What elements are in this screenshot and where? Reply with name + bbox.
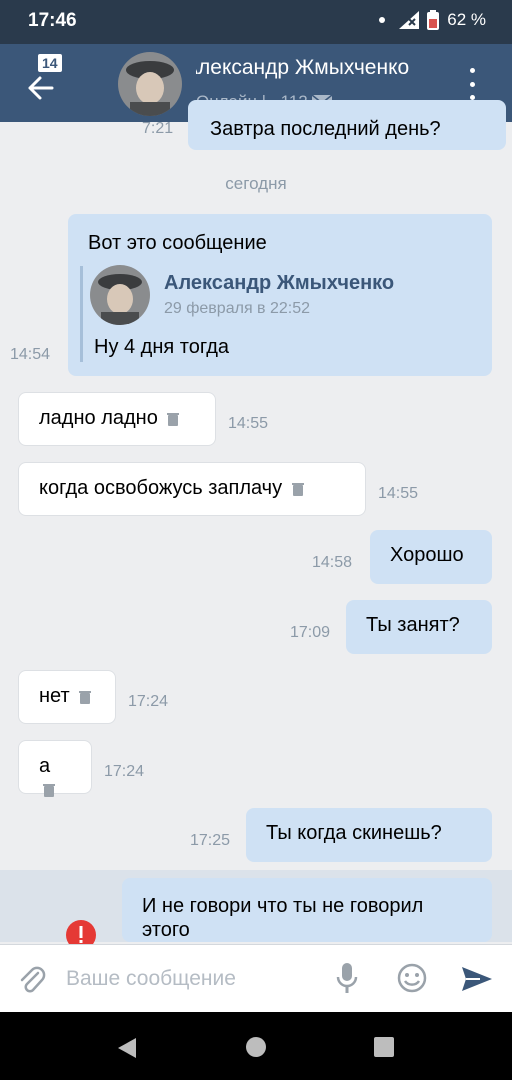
- microphone-icon[interactable]: [336, 963, 358, 995]
- message-input[interactable]: Ваше сообщение: [66, 967, 236, 991]
- nav-recents-icon[interactable]: [374, 1037, 394, 1057]
- status-icons: 62 %: [379, 10, 486, 30]
- message-text: Ты когда скинешь?: [266, 822, 442, 844]
- battery-percent: 62 %: [447, 10, 486, 29]
- menu-dot-icon: [469, 81, 475, 87]
- message-time: 17:24: [128, 693, 169, 710]
- nav-back-icon[interactable]: [116, 1036, 138, 1060]
- menu-dot-icon: [469, 68, 475, 73]
- message-outgoing[interactable]: Хорошо: [370, 530, 492, 584]
- status-bar: 17:46 62 %: [0, 0, 512, 44]
- date-separator: сегодня: [225, 174, 287, 193]
- message-text: нет: [39, 685, 70, 707]
- message-text: Вот это сообщение: [88, 232, 267, 254]
- message-outgoing[interactable]: Ты когда скинешь?: [246, 808, 492, 862]
- message-text: И не говори что ты не говорил этого: [142, 895, 424, 941]
- quote-bar: [80, 266, 83, 362]
- message-text: Хорошо: [390, 544, 464, 566]
- quoted-text: Ну 4 дня тогда: [94, 336, 230, 358]
- message-text: Завтра последний день?: [210, 118, 441, 140]
- message-outgoing-failed[interactable]: И не говори что ты не говорил этого: [122, 878, 492, 942]
- battery-icon: [427, 10, 440, 30]
- send-icon[interactable]: [460, 965, 494, 993]
- system-nav-bar: [0, 1012, 512, 1080]
- message-time: 17:25: [190, 832, 231, 849]
- message-incoming[interactable]: ладно ладно: [18, 392, 216, 446]
- message-incoming[interactable]: а: [18, 740, 92, 797]
- message-time: 7:21: [142, 120, 174, 137]
- nav-home-icon[interactable]: [245, 1036, 267, 1058]
- message-text: а: [39, 755, 51, 777]
- deleted-icon: [167, 412, 180, 426]
- contact-name-wrap[interactable]: Александр Жмыхченко: [196, 56, 436, 80]
- message-incoming[interactable]: нет: [18, 670, 116, 724]
- deleted-icon: [43, 783, 55, 797]
- quoted-author-avatar: [90, 265, 150, 325]
- message-text: когда освобожусь заплачу: [39, 477, 283, 499]
- signal-icon: [399, 11, 420, 29]
- message-list[interactable]: 7:21 Завтра последний день? сегодня Вот …: [0, 100, 512, 950]
- status-time: 17:46: [28, 10, 77, 31]
- message-time: 14:54: [10, 346, 51, 363]
- message-time: 14:55: [228, 415, 269, 432]
- more-menu-button[interactable]: [462, 68, 482, 100]
- message-time: 17:09: [290, 624, 331, 641]
- message-time: 17:24: [104, 763, 145, 780]
- quoted-date: 29 февраля в 22:52: [164, 300, 311, 317]
- message-text: ладно ладно: [39, 407, 158, 429]
- deleted-icon: [79, 690, 92, 704]
- message-time: 14:55: [378, 485, 419, 502]
- message-time: 14:58: [312, 554, 353, 571]
- emoji-icon[interactable]: [397, 963, 427, 993]
- composer: Ваше сообщение: [0, 944, 512, 1013]
- message-outgoing[interactable]: Завтра последний день?: [188, 100, 506, 150]
- deleted-icon: [291, 482, 304, 496]
- notification-dot-icon: [379, 17, 386, 23]
- message-incoming[interactable]: когда освобожусь заплачу: [18, 462, 366, 516]
- message-text: Ты занят?: [366, 614, 460, 636]
- contact-name: Александр Жмыхченко: [196, 56, 410, 79]
- unread-count-badge: 14: [38, 54, 62, 72]
- attach-icon[interactable]: [18, 965, 46, 995]
- quoted-author-name: Александр Жмыхченко: [164, 272, 395, 294]
- message-outgoing[interactable]: Ты занят?: [346, 600, 492, 654]
- contact-avatar[interactable]: [118, 52, 182, 116]
